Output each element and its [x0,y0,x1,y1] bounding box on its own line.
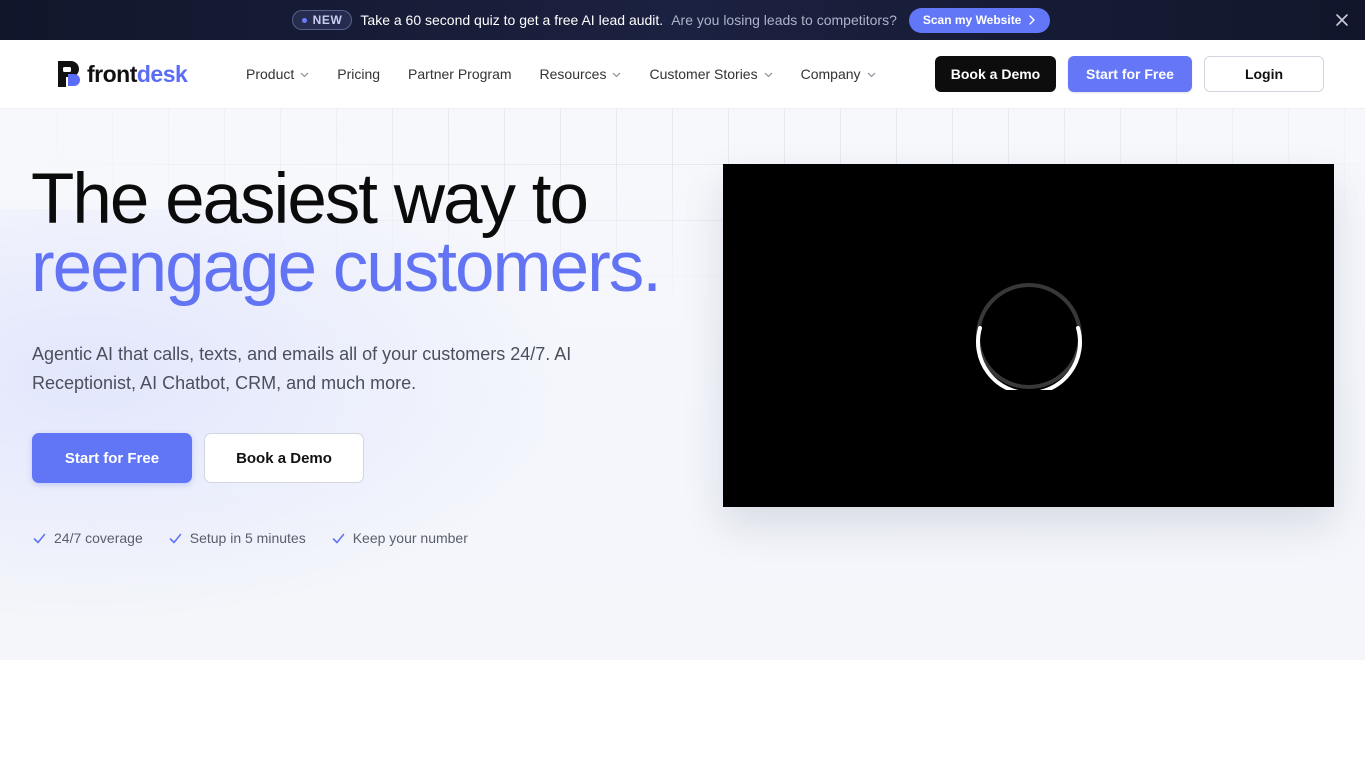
hero-subtext: Agentic AI that calls, texts, and emails… [32,344,572,393]
logo-text-front: front [87,60,137,87]
scan-website-label: Scan my Website [922,13,1022,27]
nav-item-resources[interactable]: Resources [540,66,622,82]
nav-links: Product Pricing Partner Program Resource… [246,40,904,108]
new-badge-label: NEW [312,13,343,27]
hero-video-player[interactable] [723,164,1334,507]
new-badge: NEW [291,10,353,30]
check-item: Setup in 5 minutes [169,530,306,546]
login-button[interactable]: Login [1204,56,1324,92]
nav-book-demo-button[interactable]: Book a Demo [935,56,1056,92]
headline-line-2: reengage customers. [31,228,662,307]
chevron-down-icon [613,72,621,77]
nav-item-partner-program[interactable]: Partner Program [408,66,511,82]
announcement-bar: NEW Take a 60 second quiz to get a free … [0,0,1365,40]
loading-spinner-icon [976,283,1082,390]
checkmark-icon [169,533,182,543]
checkmark-icon [33,533,46,543]
frontdesk-logo[interactable]: frontdesk [57,60,188,88]
logo-text: frontdesk [87,60,188,88]
hero-start-free-button[interactable]: Start for Free [32,433,192,483]
chevron-right-icon [1029,15,1036,25]
check-label: Setup in 5 minutes [189,530,306,546]
badge-dot-icon [301,17,307,23]
chevron-down-icon [764,72,773,77]
check-label: 24/7 coverage [54,530,143,546]
logo-mark-icon [58,61,80,87]
check-item: 24/7 coverage [33,530,143,546]
nav-item-label: Customer Stories [649,66,758,82]
main-nav: frontdesk Product Pricing Partner Progra… [0,40,1365,109]
chevron-down-icon [300,72,309,77]
nav-start-free-button[interactable]: Start for Free [1068,56,1192,92]
nav-item-customer-stories[interactable]: Customer Stories [649,66,773,82]
scan-website-button[interactable]: Scan my Website [908,7,1051,33]
nav-item-label: Product [246,66,295,82]
announcement-content: NEW Take a 60 second quiz to get a free … [291,7,1051,33]
hero-section: The easiest way to reengage customers. A… [0,109,1365,660]
close-icon[interactable] [1333,11,1351,29]
chevron-down-icon [867,72,875,77]
nav-item-label: Resources [539,66,607,82]
nav-item-product[interactable]: Product [246,66,309,82]
hero-headline: The easiest way to reengage customers. [31,164,711,307]
hero-book-demo-button[interactable]: Book a Demo [204,433,364,483]
nav-item-pricing[interactable]: Pricing [337,66,380,82]
check-label: Keep your number [352,530,468,546]
announcement-subtext: Are you losing leads to competitors? [671,12,897,28]
nav-item-label: Partner Program [408,66,512,82]
nav-item-label: Company [800,66,861,82]
check-item: Keep your number [332,530,468,546]
checkmark-icon [332,533,345,543]
nav-item-label: Pricing [337,66,381,82]
nav-item-company[interactable]: Company [801,66,876,82]
announcement-text: Take a 60 second quiz to get a free AI l… [360,12,664,28]
page-below-hero [0,660,1365,768]
logo-text-desk: desk [136,60,188,87]
feature-checks: 24/7 coverage Setup in 5 minutes Keep yo… [33,530,494,546]
